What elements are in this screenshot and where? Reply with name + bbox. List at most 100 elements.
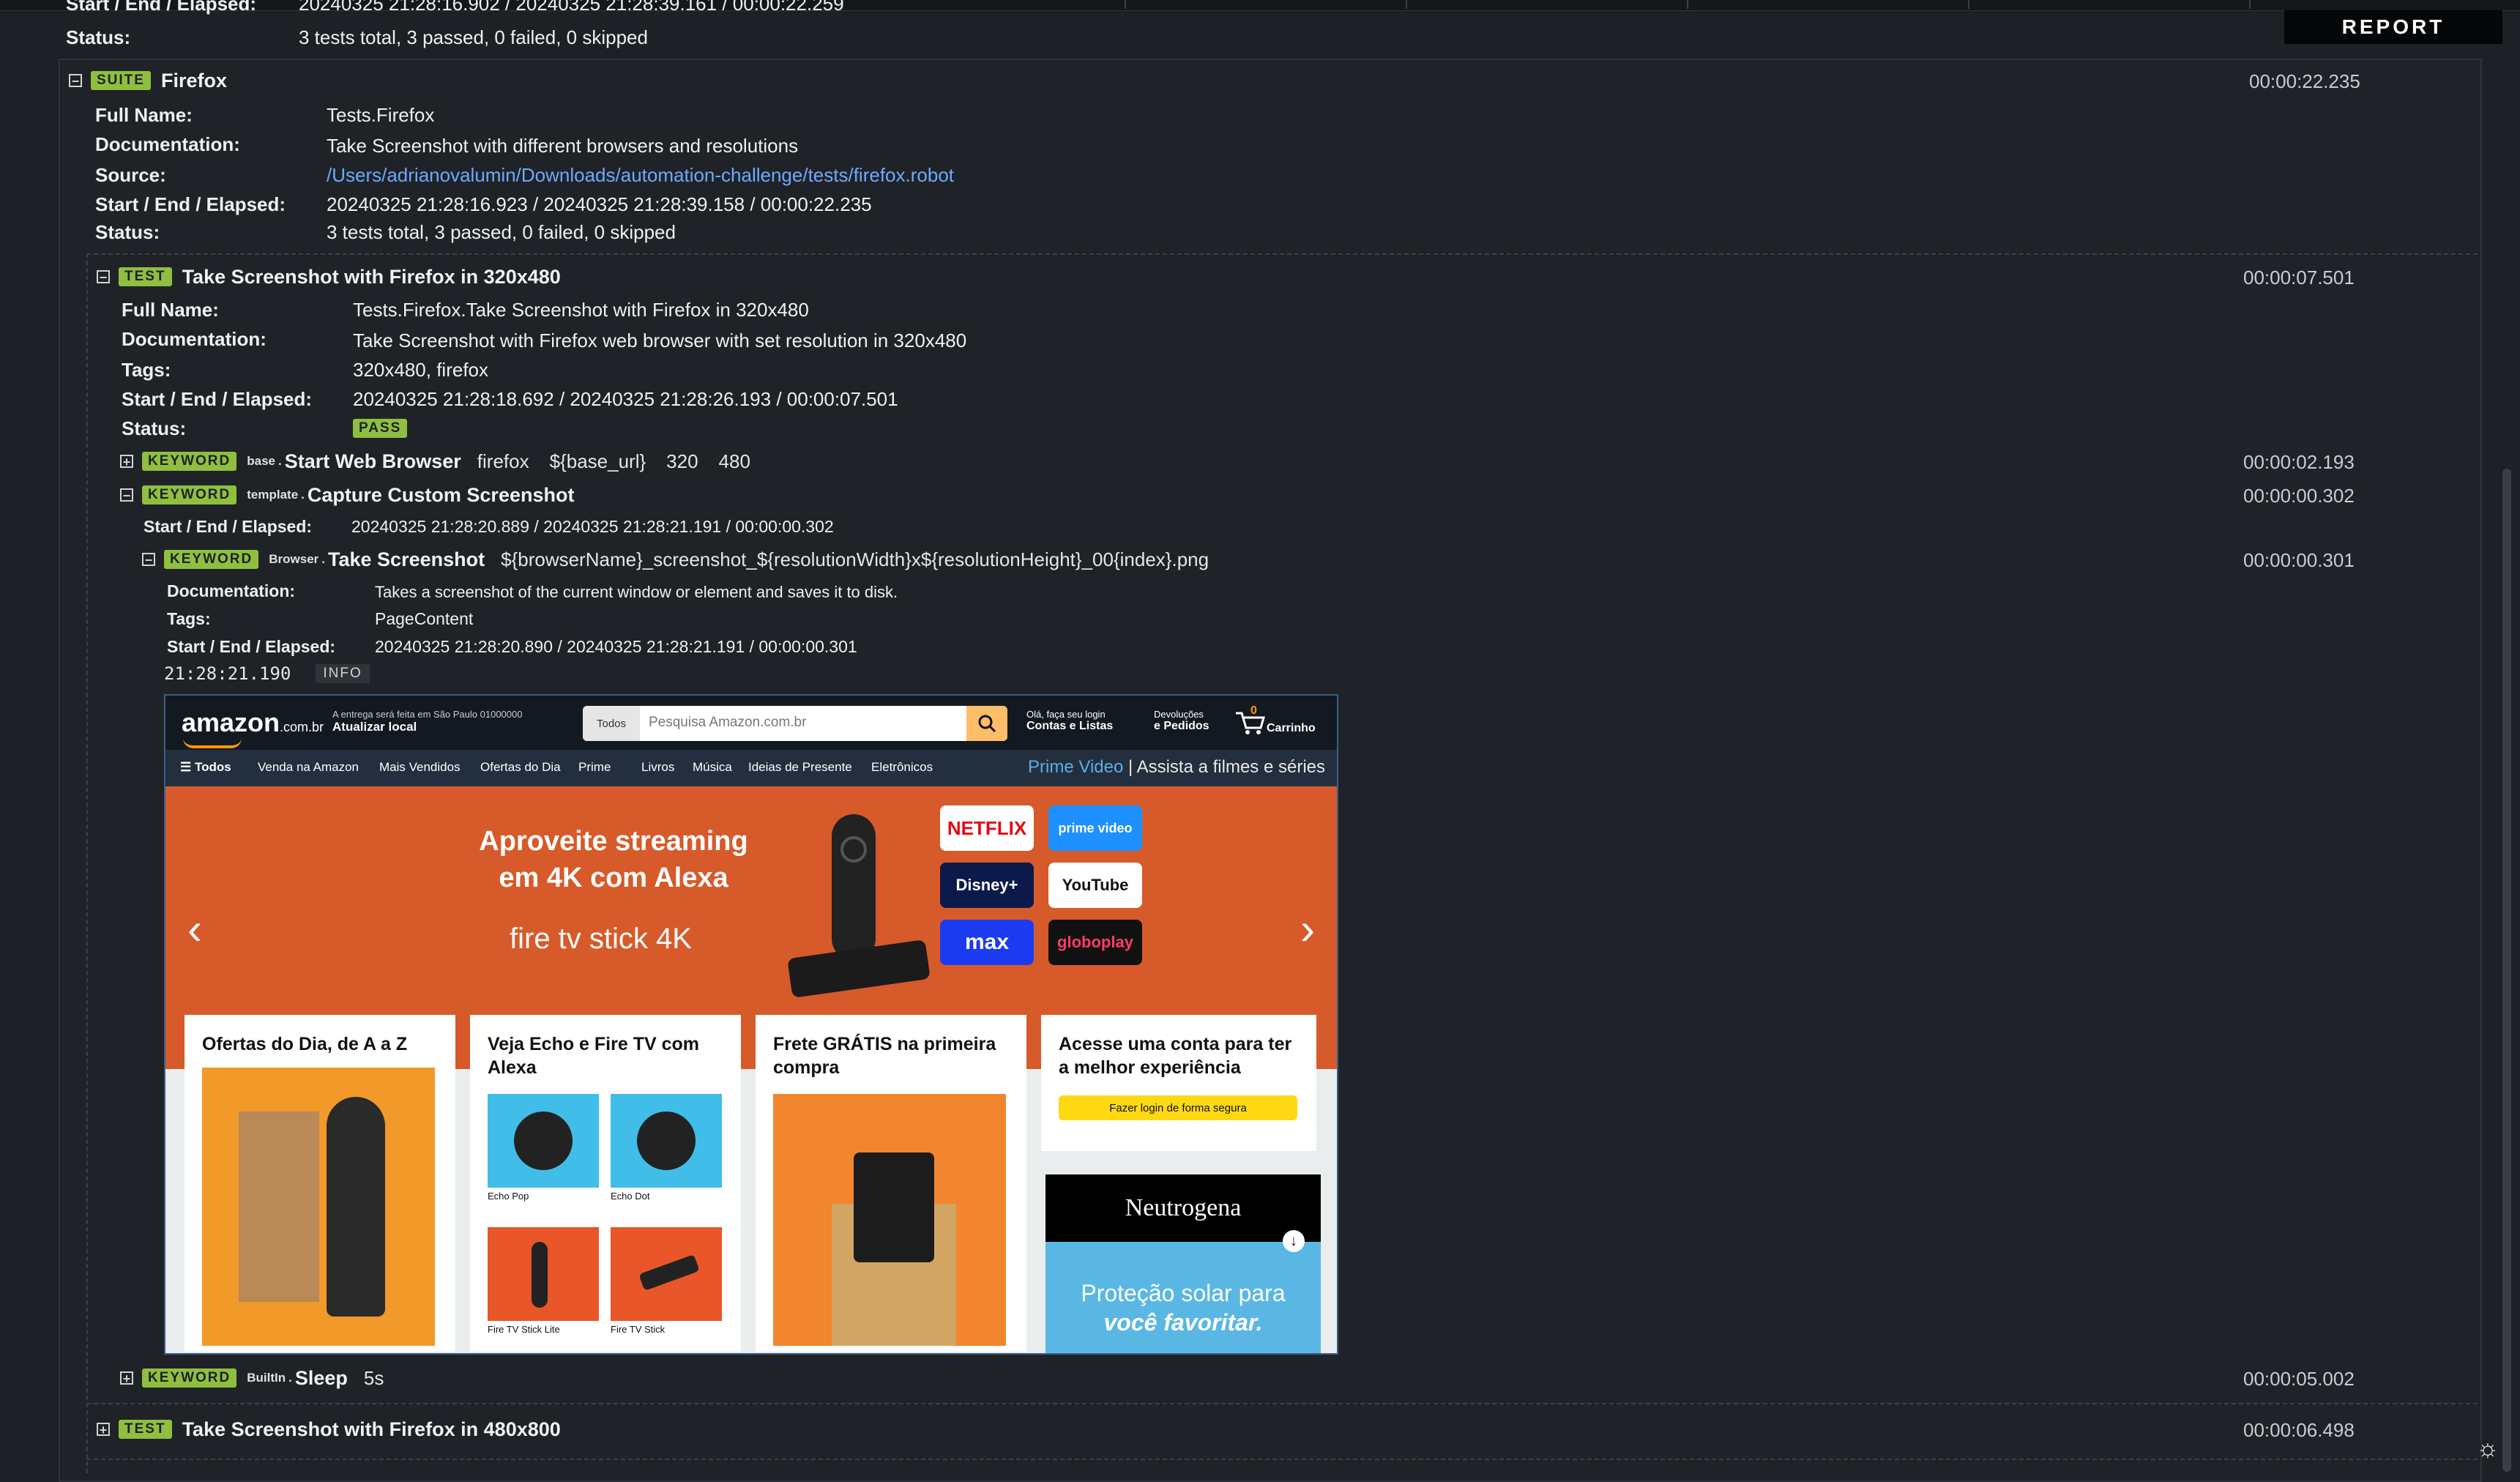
suite-elapsed: 00:00:22.235 [2249, 70, 2360, 92]
keyword-name: Sleep [294, 1366, 348, 1389]
account-menu[interactable]: Olá, faça seu login Contas e Listas [1026, 709, 1113, 733]
nav-item[interactable]: Ofertas do Dia [480, 760, 561, 775]
amazon-header: amazon.com.br A entrega será feita em Sã… [165, 696, 1337, 750]
value: Tests.Firefox.Take Screenshot with Firef… [353, 299, 809, 321]
tab-divider [2249, 0, 2251, 9]
fire-tv-stick-image[interactable] [611, 1227, 722, 1321]
card-echo[interactable]: Veja Echo e Fire TV com Alexa Echo Pop E… [470, 1015, 741, 1352]
keyword-badge: KEYWORD [142, 1369, 237, 1388]
logo-domain: .com.br [280, 720, 324, 734]
login-button[interactable]: Fazer login de forma segura [1059, 1095, 1297, 1120]
expand-icon[interactable]: + [97, 1423, 110, 1437]
test-badge: TEST [119, 267, 172, 286]
label: Start / End / Elapsed: [143, 517, 313, 536]
amazon-search-bar[interactable]: Todos Pesquisa Amazon.com.br [583, 706, 1007, 741]
test-header[interactable]: + TEST Take Screenshot with Firefox in 4… [97, 1416, 561, 1442]
nav-item[interactable]: Prime [578, 760, 611, 775]
keyword-args: 5s [364, 1367, 404, 1390]
download-icon[interactable]: ↓ [1283, 1230, 1305, 1252]
screenshot-image[interactable]: amazon.com.br A entrega será feita em Sã… [164, 694, 1338, 1355]
echo-pop-image[interactable] [488, 1094, 599, 1188]
nav-item[interactable]: Mais Vendidos [379, 760, 461, 775]
keyword-start-web-browser[interactable]: + KEYWORD base. Start Web Browser firefo… [120, 448, 771, 474]
divider [86, 253, 88, 1473]
hero-title: Aproveite streaming em 4K com Alexa [479, 826, 748, 893]
echo-dot-label: Echo Dot [611, 1191, 650, 1202]
keyword-badge: KEYWORD [164, 550, 259, 569]
fire-tv-lite-label: Fire TV Stick Lite [488, 1324, 560, 1335]
keyword-take-screenshot[interactable]: − KEYWORD Browser. Take Screenshot ${bro… [142, 546, 1209, 573]
keyword-badge: KEYWORD [142, 485, 237, 504]
label: Documentation: [95, 133, 240, 155]
offers-image [202, 1068, 435, 1346]
carousel-prev-icon[interactable]: ‹ [187, 904, 202, 954]
nav-item[interactable]: Ideias de Presente [748, 760, 852, 775]
label: Tags: [122, 359, 171, 381]
theme-toggle-icon[interactable]: ☼ [2473, 1434, 2502, 1463]
expand-icon[interactable]: + [120, 1371, 133, 1385]
separator: . [301, 488, 305, 502]
tab-divider [1125, 0, 1126, 9]
collapse-icon[interactable]: − [69, 74, 82, 88]
card-title: Acesse uma conta para ter a melhor exper… [1059, 1034, 1292, 1078]
card-offers[interactable]: Ofertas do Dia, de A a Z [184, 1015, 455, 1352]
keyword-elapsed: 00:00:05.002 [2243, 1368, 2355, 1390]
ad-body: ↓ Proteção solar para você favoritar. [1045, 1230, 1321, 1353]
value: 20240325 21:28:20.890 / 20240325 21:28:2… [375, 637, 857, 656]
returns-orders[interactable]: Devoluções e Pedidos [1154, 709, 1209, 733]
cart[interactable]: 0 Carrinho [1234, 704, 1316, 735]
prime-video-strip[interactable]: Prime Video | Assista a filmes e séries [1028, 757, 1325, 778]
fire-stick-image [787, 939, 931, 998]
nav-item[interactable]: Música [693, 760, 732, 775]
echo-dot-image[interactable] [611, 1094, 722, 1188]
suite-header[interactable]: − SUITE Firefox [69, 67, 227, 94]
keyword-elapsed: 00:00:00.302 [2243, 485, 2355, 507]
value: Take Screenshot with Firefox web browser… [353, 329, 967, 351]
prime-tagline: Assista a filmes e séries [1136, 757, 1325, 777]
collapse-icon[interactable]: − [142, 553, 155, 567]
nav-item[interactable]: Eletrônicos [871, 760, 933, 775]
label: Full Name: [122, 299, 219, 321]
keyword-library: template [247, 488, 299, 502]
value: 3 tests total, 3 passed, 0 failed, 0 ski… [327, 221, 676, 243]
nav-all[interactable]: ☰ Todos [180, 760, 231, 775]
keyword-sleep[interactable]: + KEYWORD BuiltIn. Sleep 5s [120, 1365, 404, 1391]
report-button[interactable]: REPORT [2284, 10, 2502, 44]
source-link[interactable]: /Users/adrianovalumin/Downloads/automati… [327, 164, 954, 187]
neutrogena-ad[interactable]: Neutrogena ↓ Proteção solar para você fa… [1045, 1174, 1321, 1353]
keyword-library: Browser [269, 552, 319, 566]
log-level: INFO [316, 664, 370, 683]
test-header[interactable]: − TEST Take Screenshot with Firefox in 3… [97, 264, 561, 290]
search-category[interactable]: Todos [583, 706, 640, 741]
nav-item[interactable]: Venda na Amazon [258, 760, 359, 775]
value: Take Screenshot with different browsers … [327, 135, 799, 157]
start-end-value: 20240325 21:28:16.902 / 20240325 21:28:3… [299, 0, 844, 15]
collapse-icon[interactable]: − [120, 488, 133, 502]
fire-tv-stick-label: Fire TV Stick [611, 1324, 666, 1335]
expand-icon[interactable]: + [120, 455, 133, 469]
card-free-shipping[interactable]: Frete GRÁTIS na primeira compra [756, 1015, 1026, 1352]
search-icon[interactable] [966, 706, 1007, 741]
value: PageContent [375, 609, 474, 628]
arg: firefox [477, 450, 529, 472]
account-line: Olá, faça seu login [1026, 709, 1106, 720]
separator: . [277, 454, 282, 468]
label: Full Name: [95, 104, 193, 126]
card-login[interactable]: Acesse uma conta para ter a melhor exper… [1041, 1015, 1316, 1151]
youtube-logo: YouTube [1048, 863, 1142, 908]
arg: 320 [666, 450, 698, 472]
carousel-next-icon[interactable]: › [1300, 904, 1315, 954]
amazon-smile-icon [183, 738, 242, 748]
scrollbar[interactable] [2502, 469, 2511, 1472]
suite-badge: SUITE [91, 71, 151, 90]
test-elapsed: 00:00:07.501 [2243, 267, 2355, 288]
keyword-capture-custom-screenshot[interactable]: − KEYWORD template. Capture Custom Scree… [120, 482, 574, 508]
nav-label: Todos [194, 760, 231, 774]
disney-logo: Disney+ [940, 863, 1034, 908]
logo-text: amazon [182, 707, 280, 737]
fire-tv-lite-image[interactable] [488, 1227, 599, 1321]
nav-item[interactable]: Livros [641, 760, 674, 775]
prime-video-logo: prime video [1048, 805, 1142, 851]
collapse-icon[interactable]: − [97, 270, 110, 284]
keyword-name: Start Web Browser [284, 450, 461, 472]
